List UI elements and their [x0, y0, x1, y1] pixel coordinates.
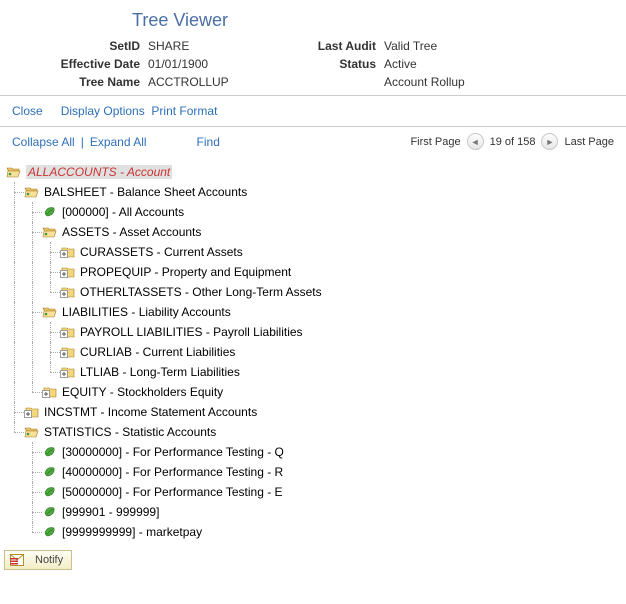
tree-node-label: OTHERLTASSETS - Other Long-Term Assets	[80, 285, 322, 299]
tree-node[interactable]: STATISTICS - Statistic Accounts	[6, 422, 620, 442]
value-status: Active	[382, 57, 600, 71]
display-options-link[interactable]: Display Options	[61, 104, 145, 118]
label-last-audit: Last Audit	[296, 39, 382, 53]
tree-node-label: [9999999999] - marketpay	[62, 525, 202, 539]
tree-node-label: [40000000] - For Performance Testing - R	[62, 465, 283, 479]
notify-button[interactable]: Notify	[4, 550, 72, 570]
folder-plus-icon	[60, 265, 76, 279]
folder-open-icon	[42, 305, 58, 319]
tree-node-label: BALSHEET - Balance Sheet Accounts	[44, 185, 247, 199]
tree-node[interactable]: PROPEQUIP - Property and Equipment	[6, 262, 620, 282]
value-last-audit: Valid Tree	[382, 39, 600, 53]
prev-page-button[interactable]: ◄	[467, 133, 484, 150]
folder-plus-icon	[60, 245, 76, 259]
tree-node-label: LTLIAB - Long-Term Liabilities	[80, 365, 240, 379]
folder-open-icon	[24, 185, 40, 199]
next-page-button[interactable]: ►	[541, 133, 558, 150]
tree-node-label: [000000] - All Accounts	[62, 205, 184, 219]
tree-node[interactable]: PAYROLL LIABILITIES - Payroll Liabilitie…	[6, 322, 620, 342]
tree-node-label: EQUITY - Stockholders Equity	[62, 385, 223, 399]
tree-node[interactable]: BALSHEET - Balance Sheet Accounts	[6, 182, 620, 202]
meta-table: SetID SHARE Last Audit Valid Tree Effect…	[0, 37, 600, 91]
leaf-icon	[42, 485, 58, 499]
leaf-icon	[42, 525, 58, 539]
tree-node[interactable]: [9999999999] - marketpay	[6, 522, 620, 542]
tree-node[interactable]: CURLIAB - Current Liabilities	[6, 342, 620, 362]
value-tree-name: ACCTROLLUP	[146, 75, 296, 89]
tree-node[interactable]: ASSETS - Asset Accounts	[6, 222, 620, 242]
tree-node[interactable]: INCSTMT - Income Statement Accounts	[6, 402, 620, 422]
header: Tree Viewer SetID SHARE Last Audit Valid…	[0, 0, 626, 95]
leaf-icon	[42, 465, 58, 479]
tree-node-label: ASSETS - Asset Accounts	[62, 225, 201, 239]
tree-node-label: CURASSETS - Current Assets	[80, 245, 243, 259]
tree-node-label: [50000000] - For Performance Testing - E	[62, 485, 283, 499]
controls-bar: Collapse All | Expand All Find First Pag…	[0, 126, 626, 154]
label-tree-name: Tree Name	[0, 75, 146, 89]
label-effective-date: Effective Date	[0, 57, 146, 71]
page-title: Tree Viewer	[0, 10, 626, 31]
pager: First Page ◄ 19 of 158 ► Last Page	[410, 133, 614, 150]
notify-label: Notify	[35, 554, 63, 566]
tree-node[interactable]: CURASSETS - Current Assets	[6, 242, 620, 262]
value-effective-date: 01/01/1900	[146, 57, 296, 71]
expand-all-link[interactable]: Expand All	[90, 135, 147, 149]
value-setid: SHARE	[146, 39, 296, 53]
value-description: Account Rollup	[382, 75, 600, 89]
tree-node[interactable]: LTLIAB - Long-Term Liabilities	[6, 362, 620, 382]
tree-node-label: [30000000] - For Performance Testing - Q	[62, 445, 284, 459]
tree-node-label: PAYROLL LIABILITIES - Payroll Liabilitie…	[80, 325, 303, 339]
separator: |	[81, 135, 84, 149]
tree-node-label: [999901 - 999999]	[62, 505, 159, 519]
tree-node[interactable]: [30000000] - For Performance Testing - Q	[6, 442, 620, 462]
tree-view: ALLACCOUNTS - Account BALSHEET - Balance …	[0, 154, 626, 546]
tree-node[interactable]: [50000000] - For Performance Testing - E	[6, 482, 620, 502]
tree-node-label: ALLACCOUNTS - Account	[26, 165, 172, 179]
leaf-icon	[42, 445, 58, 459]
folder-plus-icon	[60, 325, 76, 339]
label-status: Status	[296, 57, 382, 71]
tree-node[interactable]: LIABILITIES - Liability Accounts	[6, 302, 620, 322]
tree-node-label: LIABILITIES - Liability Accounts	[62, 305, 231, 319]
folder-plus-icon	[42, 385, 58, 399]
tree-node-label: CURLIAB - Current Liabilities	[80, 345, 235, 359]
find-link[interactable]: Find	[197, 135, 220, 149]
folder-plus-icon	[60, 345, 76, 359]
folder-open-icon	[24, 425, 40, 439]
last-page-label: Last Page	[564, 136, 614, 148]
close-link[interactable]: Close	[12, 104, 43, 118]
print-format-link[interactable]: Print Format	[151, 104, 217, 118]
tree-node[interactable]: [999901 - 999999]	[6, 502, 620, 522]
tree-node-label: PROPEQUIP - Property and Equipment	[80, 265, 291, 279]
tree-node[interactable]: [000000] - All Accounts	[6, 202, 620, 222]
folder-open-icon	[42, 225, 58, 239]
label-setid: SetID	[0, 39, 146, 53]
notify-icon	[9, 553, 25, 567]
collapse-all-link[interactable]: Collapse All	[12, 135, 75, 149]
leaf-icon	[42, 205, 58, 219]
folder-open-icon	[6, 165, 22, 179]
tree-node-label: INCSTMT - Income Statement Accounts	[44, 405, 257, 419]
tree-node[interactable]: [40000000] - For Performance Testing - R	[6, 462, 620, 482]
toolbar: Close Display Options Print Format	[0, 95, 626, 126]
folder-plus-icon	[60, 365, 76, 379]
label-description	[296, 75, 382, 89]
page-info: 19 of 158	[490, 136, 536, 148]
leaf-icon	[42, 505, 58, 519]
footer: Notify	[0, 546, 626, 574]
tree-node[interactable]: OTHERLTASSETS - Other Long-Term Assets	[6, 282, 620, 302]
tree-node[interactable]: EQUITY - Stockholders Equity	[6, 382, 620, 402]
folder-plus-icon	[60, 285, 76, 299]
first-page-label: First Page	[410, 136, 460, 148]
tree-node-label: STATISTICS - Statistic Accounts	[44, 425, 216, 439]
folder-plus-icon	[24, 405, 40, 419]
tree-node[interactable]: ALLACCOUNTS - Account	[6, 162, 620, 182]
